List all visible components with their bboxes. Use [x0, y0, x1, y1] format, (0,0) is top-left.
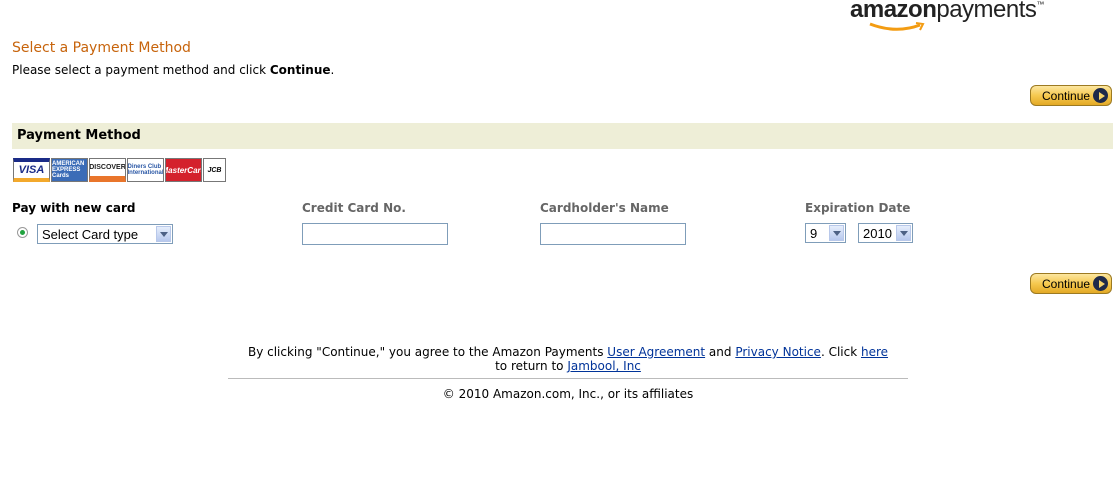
continue-label: Continue — [1042, 88, 1091, 103]
exp-month-value: 9 — [810, 225, 818, 241]
amazon-smile-icon — [869, 22, 925, 31]
legal-text-4: to return to — [495, 359, 568, 373]
card-number-label: Credit Card No. — [302, 201, 406, 215]
arrow-right-icon — [1093, 88, 1108, 103]
instruction-bold: Continue — [269, 63, 331, 77]
instruction-suffix: . — [330, 63, 335, 77]
visa-logo: VISA — [13, 158, 50, 182]
logo-trademark: ™ — [1036, 0, 1044, 9]
exp-month-select[interactable]: 9 — [805, 223, 846, 243]
amazon-payments-logo: amazonpayments™ — [850, 0, 1080, 34]
jcb-logo: JCB — [203, 158, 226, 182]
page-title: Select a Payment Method — [12, 40, 191, 56]
legal-text-1: By clicking "Continue," you agree to the… — [247, 345, 608, 359]
continue-button-bottom[interactable]: Continue — [1030, 273, 1112, 294]
continue-label: Continue — [1042, 276, 1091, 291]
card-type-value: Select Card type — [42, 226, 139, 242]
expiration-date-label: Expiration Date — [805, 201, 911, 215]
chevron-down-icon — [896, 225, 911, 241]
footer-divider — [228, 378, 908, 379]
here-link[interactable]: here — [861, 345, 888, 359]
card-type-select[interactable]: Select Card type — [37, 224, 173, 244]
copyright-text: © 2010 Amazon.com, Inc., or its affiliat… — [442, 387, 694, 401]
privacy-notice-link[interactable]: Privacy Notice — [735, 345, 821, 359]
logo-payments-text: payments — [936, 0, 1037, 23]
merchant-link[interactable]: Jambool, Inc — [567, 359, 641, 373]
legal-text: By clicking "Continue," you agree to the… — [220, 345, 916, 373]
instruction-prefix: Please select a payment method and click — [12, 63, 270, 77]
legal-text-3: . Click — [820, 345, 861, 359]
chevron-down-icon — [156, 226, 171, 242]
card-logos: VISA AMERICAN EXPRESS Cards DISCOVER Din… — [13, 158, 227, 184]
legal-text-2: and — [705, 345, 736, 359]
payment-method-header: Payment Method — [12, 123, 1113, 149]
user-agreement-link[interactable]: User Agreement — [607, 345, 705, 359]
continue-button-top[interactable]: Continue — [1030, 85, 1112, 106]
amex-logo: AMERICAN EXPRESS Cards — [51, 158, 88, 182]
pay-new-card-label: Pay with new card — [12, 201, 136, 215]
cardholder-name-input[interactable] — [540, 223, 686, 245]
logo-amazon-text: amazon — [850, 0, 937, 23]
cardholder-name-label: Cardholder's Name — [540, 201, 669, 215]
discover-logo: DISCOVER — [89, 158, 126, 182]
diners-logo: Diners Club International — [127, 158, 164, 182]
mastercard-logo: MasterCard — [165, 158, 202, 182]
exp-year-value: 2010 — [863, 225, 892, 241]
chevron-down-icon — [829, 225, 844, 241]
instruction-text: Please select a payment method and click… — [12, 63, 334, 77]
arrow-right-icon — [1093, 276, 1108, 291]
card-number-input[interactable] — [302, 223, 448, 245]
new-card-radio[interactable] — [17, 227, 28, 238]
exp-year-select[interactable]: 2010 — [858, 223, 913, 243]
